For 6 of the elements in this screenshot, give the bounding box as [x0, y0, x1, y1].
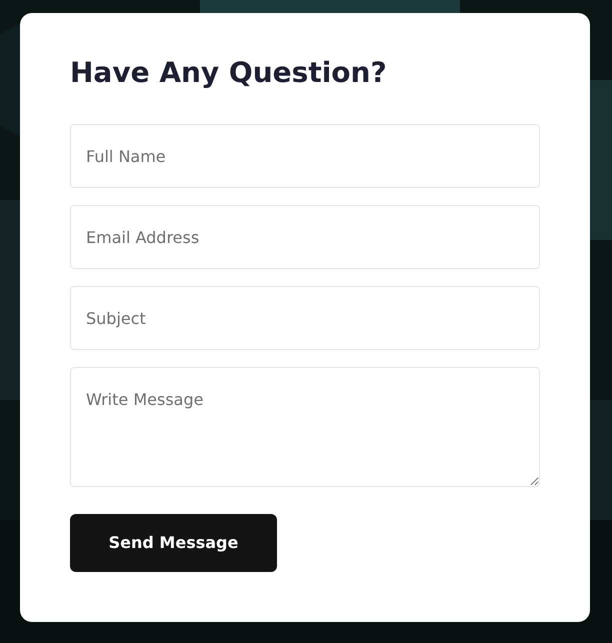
message-field[interactable]: Write Message: [70, 367, 540, 487]
input-field[interactable]: Full Name: [70, 124, 540, 188]
input-field[interactable]: Email Address: [70, 205, 540, 269]
form-title: Have Any Question?: [70, 55, 387, 91]
input-field[interactable]: Subject: [70, 286, 540, 350]
send-message-button[interactable]: Send Message: [70, 514, 277, 572]
